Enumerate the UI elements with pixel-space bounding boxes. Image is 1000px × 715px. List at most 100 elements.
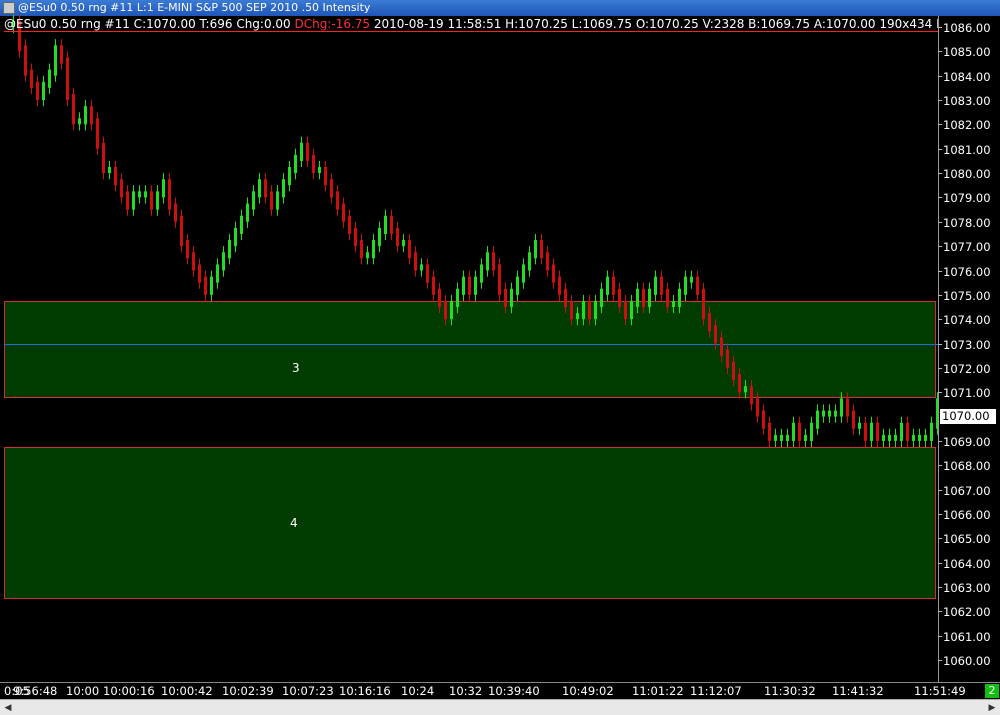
down-bar (444, 300, 447, 320)
time-tick-label: 10:39:40 (488, 684, 540, 698)
up-bar (210, 276, 213, 295)
up-bar (234, 227, 237, 247)
scroll-right-icon[interactable]: ▶ (986, 702, 998, 714)
up-bar (918, 434, 921, 441)
down-bar (498, 264, 501, 295)
down-bar (336, 191, 339, 210)
up-bar (402, 240, 405, 247)
down-bar (702, 288, 705, 320)
down-bar (612, 276, 615, 295)
time-tick-label: 10:02:39 (222, 684, 274, 698)
up-bar (594, 300, 597, 320)
up-bar (582, 300, 585, 320)
up-bar (528, 252, 531, 271)
up-bar (216, 264, 219, 283)
down-bar (390, 215, 393, 234)
down-bar (396, 227, 399, 247)
up-bar (480, 264, 483, 283)
down-bar (360, 240, 363, 259)
down-bar (324, 167, 327, 186)
down-bar (126, 191, 129, 210)
down-bar (558, 276, 561, 295)
up-bar (648, 288, 651, 308)
up-bar (822, 410, 825, 417)
down-bar (192, 252, 195, 271)
up-bar (780, 434, 783, 441)
up-bar (456, 288, 459, 308)
up-bar (378, 227, 381, 247)
time-tick-label: 11:51:49 (914, 684, 966, 698)
up-bar (108, 167, 111, 174)
down-bar (798, 422, 801, 441)
down-bar (330, 179, 333, 198)
down-bar (552, 264, 555, 283)
down-bar (618, 288, 621, 308)
up-bar (600, 288, 603, 308)
up-bar (282, 179, 285, 198)
time-tick-label: 9:56:48 (13, 684, 58, 698)
down-bar (624, 300, 627, 320)
up-bar (84, 106, 87, 125)
up-bar (804, 434, 807, 441)
down-bar (102, 142, 105, 174)
time-tick-label: 11:01:22 (632, 684, 684, 698)
up-bar (630, 300, 633, 320)
down-bar (438, 288, 441, 308)
down-bar (738, 373, 741, 393)
time-tick-label: 10:00:42 (161, 684, 213, 698)
time-tick-label: 10:16:16 (339, 684, 391, 698)
down-bar (726, 349, 729, 368)
down-bar (264, 179, 267, 198)
up-bar (834, 410, 837, 417)
down-bar (174, 203, 177, 222)
down-bar (564, 288, 567, 308)
down-bar (354, 227, 357, 247)
up-bar (54, 45, 57, 76)
current-price-marker: 1070.00 (940, 409, 996, 424)
down-bar (546, 252, 549, 271)
down-bar (504, 288, 507, 308)
up-bar (462, 276, 465, 295)
info-bar: @ESu0 0.50 rng #11 C:1070.00 T:696 Chg:0… (4, 17, 976, 31)
up-bar (654, 276, 657, 295)
up-bar (870, 422, 873, 441)
down-bar (120, 179, 123, 198)
time-tick-label: 10:24 (401, 684, 435, 698)
up-bar (684, 276, 687, 295)
up-bar (810, 422, 813, 441)
down-bar (540, 240, 543, 259)
up-bar (510, 288, 513, 308)
down-bar (312, 154, 315, 174)
scroll-left-icon[interactable]: ◀ (2, 702, 14, 714)
up-bar (522, 264, 525, 283)
info-details: 2010-08-19 11:58:51 H:1070.25 L:1069.75 … (370, 17, 976, 31)
down-bar (852, 410, 855, 429)
down-bar (150, 191, 153, 210)
down-bar (750, 386, 753, 405)
up-bar (828, 410, 831, 417)
up-bar (240, 215, 243, 234)
down-bar (714, 325, 717, 344)
up-bar (606, 276, 609, 295)
up-bar (48, 69, 51, 88)
down-bar (768, 422, 771, 441)
horizontal-scrollbar[interactable]: ◀ ▶ (0, 699, 1000, 715)
up-bar (474, 276, 477, 295)
up-bar (78, 118, 81, 125)
up-bar (858, 422, 861, 429)
down-bar (348, 215, 351, 234)
up-bar (318, 167, 321, 174)
up-bar (678, 288, 681, 308)
up-bar (744, 386, 747, 393)
up-bar (786, 434, 789, 441)
down-bar (660, 276, 663, 295)
up-bar (222, 252, 225, 271)
up-bar (930, 422, 933, 441)
up-bar (288, 167, 291, 186)
up-bar (300, 142, 303, 161)
down-bar (90, 106, 93, 125)
down-bar (30, 69, 33, 88)
down-bar (762, 410, 765, 429)
up-bar (912, 434, 915, 441)
up-bar (420, 264, 423, 271)
